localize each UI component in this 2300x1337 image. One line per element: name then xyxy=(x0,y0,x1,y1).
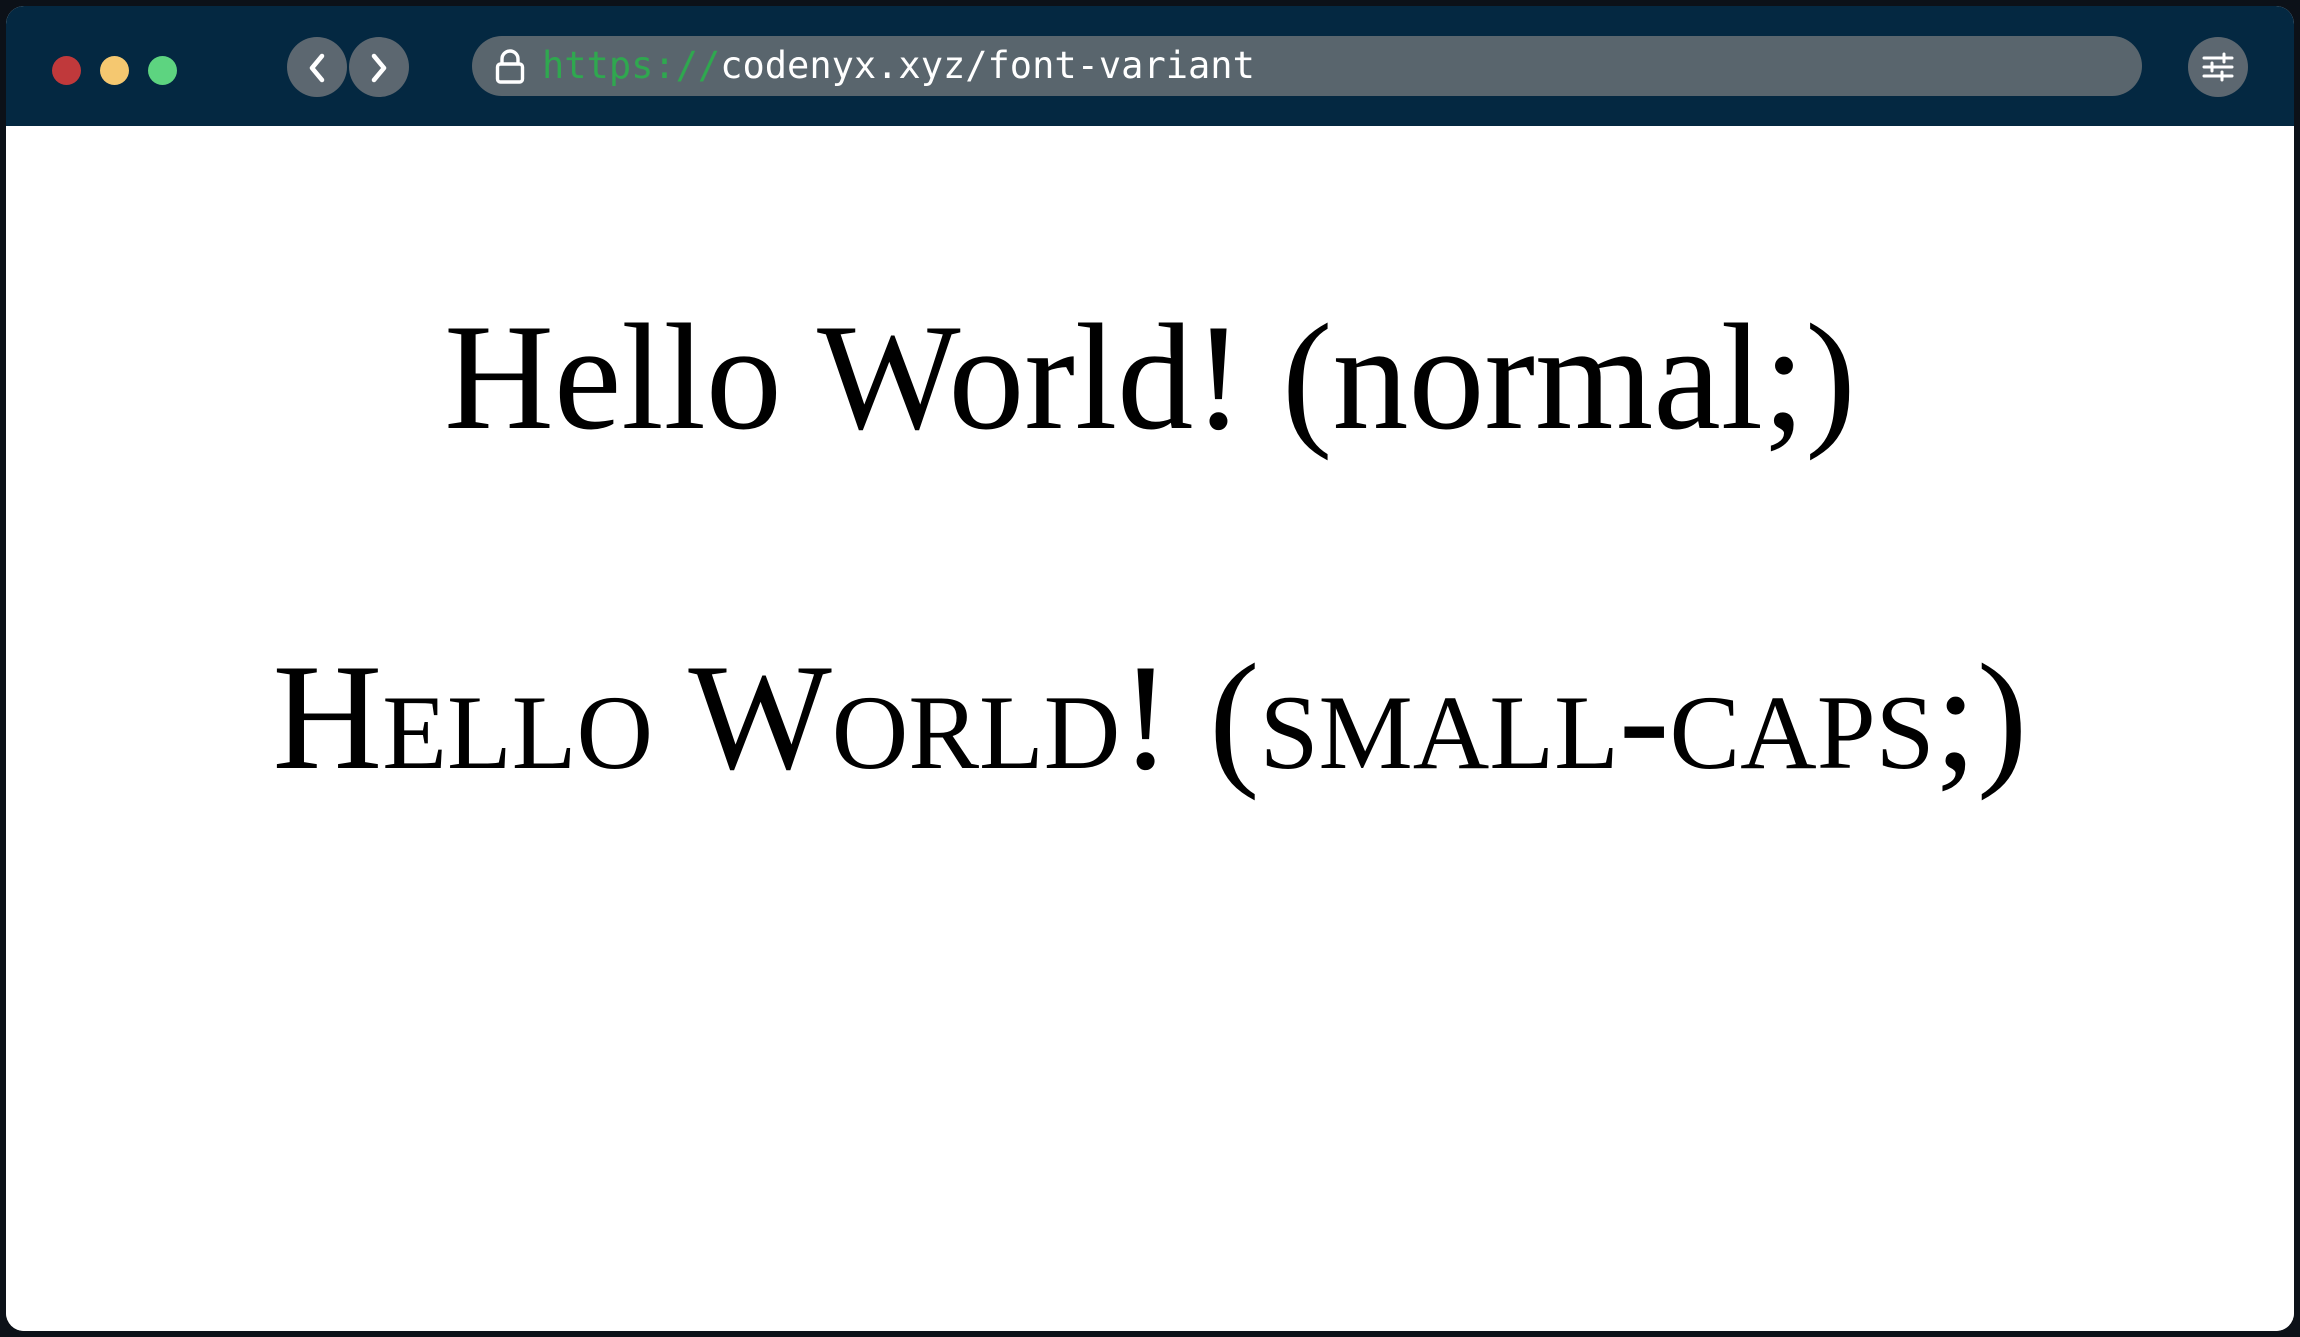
sliders-icon xyxy=(2202,52,2234,82)
settings-button[interactable] xyxy=(2188,37,2248,97)
minimize-window-button[interactable] xyxy=(100,56,129,85)
back-button[interactable] xyxy=(287,37,347,97)
browser-toolbar: https://codenyx.xyz/font-variant xyxy=(6,6,2294,126)
url-scheme: https:// xyxy=(542,44,721,87)
url-path: codenyx.xyz/font-variant xyxy=(720,44,1255,87)
maximize-window-button[interactable] xyxy=(148,56,177,85)
browser-window: https://codenyx.xyz/font-variant Hello W… xyxy=(6,6,2294,1331)
url-text: https://codenyx.xyz/font-variant xyxy=(542,36,1255,96)
text-small-caps-variant: Hello World! (small-caps;) xyxy=(272,633,2028,801)
lock-icon xyxy=(495,49,525,84)
text-normal-variant: Hello World! (normal;) xyxy=(444,293,1856,461)
chevron-left-icon xyxy=(309,53,325,83)
chevron-right-icon xyxy=(371,53,387,83)
page-content: Hello World! (normal;) Hello World! (sma… xyxy=(6,126,2294,1331)
address-bar[interactable]: https://codenyx.xyz/font-variant xyxy=(472,36,2142,96)
close-window-button[interactable] xyxy=(52,56,81,85)
forward-button[interactable] xyxy=(349,37,409,97)
